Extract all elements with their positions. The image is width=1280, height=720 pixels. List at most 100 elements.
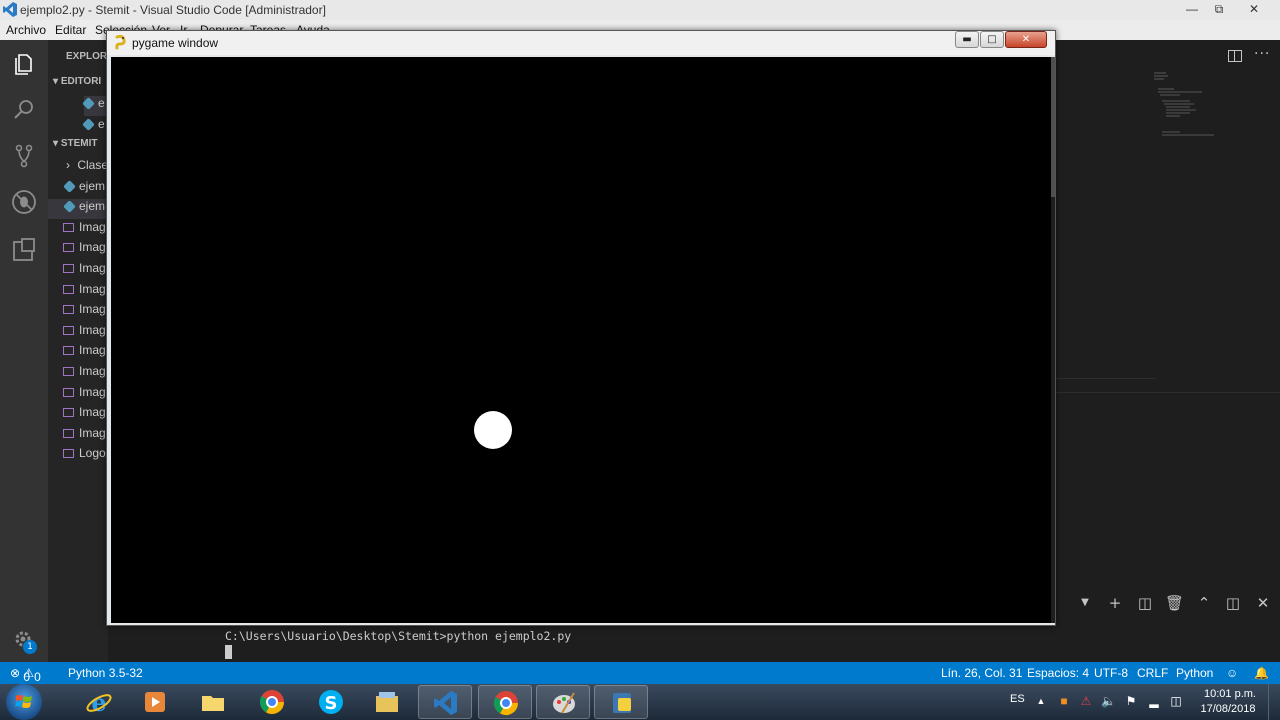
taskbar-python[interactable] [594, 685, 648, 719]
vscode-logo-icon [3, 2, 17, 17]
folder-icon [202, 696, 224, 711]
scrollbar-thumb[interactable] [1051, 57, 1055, 197]
image-file-icon [63, 222, 74, 232]
integrated-terminal[interactable]: C:\Users\Usuario\Desktop\Stemit>python e… [108, 625, 1280, 662]
maximize-button[interactable]: ⧉ [1207, 1, 1231, 17]
image-file-icon [63, 243, 74, 253]
file-tree-item[interactable]: Imag [48, 343, 108, 363]
debug-icon[interactable] [10, 188, 38, 216]
problems-indicator[interactable]: ⊗ 0 ⚠ 0 [10, 666, 41, 684]
file-tree-item[interactable]: ejem [48, 199, 108, 220]
file-tree-item[interactable]: Imag [48, 240, 108, 260]
python-icon [613, 693, 631, 713]
image-file-icon [63, 449, 74, 459]
svg-text:e: e [91, 688, 106, 716]
extensions-icon[interactable] [10, 236, 38, 264]
kill-terminal-icon[interactable]: 🗑 [1165, 594, 1184, 612]
file-tree-item[interactable]: Imag [48, 220, 108, 240]
language-mode[interactable]: Python [1176, 666, 1213, 680]
file-tree-item[interactable]: Imag [48, 364, 108, 384]
file-tree-item[interactable]: Logo [48, 446, 108, 466]
file-tree-item-label: Clase [77, 158, 108, 172]
taskbar-media-player[interactable] [128, 685, 182, 719]
taskbar-vscode[interactable] [418, 685, 472, 719]
close-button[interactable]: ✕ [1242, 1, 1266, 17]
editor-scrollbar [1051, 57, 1055, 623]
signal-icon[interactable]: ▂ [1147, 694, 1161, 708]
file-tree-item[interactable]: ejem [48, 179, 108, 199]
menu-archivo[interactable]: Archivo [6, 23, 46, 37]
image-file-icon [63, 346, 74, 356]
clock-date[interactable]: 17/08/2018 [1196, 703, 1260, 715]
image-file-icon [63, 387, 74, 397]
file-tree-item[interactable]: Imag [48, 323, 108, 343]
file-tree-item[interactable]: Imag [48, 405, 108, 425]
source-control-icon[interactable] [10, 142, 38, 170]
encoding-setting[interactable]: UTF-8 [1094, 666, 1128, 680]
file-tree-item[interactable]: Imag [48, 282, 108, 302]
explorer-icon[interactable] [10, 50, 38, 78]
split-editor-icon[interactable] [1228, 50, 1242, 62]
pygame-minimize-button[interactable]: ▬ [955, 31, 979, 48]
split-terminal-icon[interactable]: ◫ [1136, 594, 1154, 612]
network-warning-icon[interactable]: ⚠ [1079, 694, 1093, 708]
show-desktop-button[interactable] [1268, 684, 1280, 720]
pygame-maximize-button[interactable]: □ [980, 31, 1004, 48]
taskbar-notes[interactable] [186, 685, 240, 719]
terminal-dropdown-chevron-icon[interactable]: ▼ [1076, 594, 1094, 612]
indentation-setting[interactable]: Espacios: 4 [1027, 666, 1089, 680]
file-tree-item[interactable]: Imag [48, 385, 108, 405]
file-tree-item-label: Imag [79, 219, 106, 234]
cursor-position[interactable]: Lín. 26, Col. 31 [941, 666, 1022, 680]
toggle-panel-layout-icon[interactable]: ◫ [1224, 594, 1242, 612]
taskbar-skype[interactable]: S [304, 685, 358, 719]
editor-divider [1056, 378, 1156, 379]
svg-text:S: S [325, 693, 338, 714]
file-tree-item[interactable]: Imag [48, 261, 108, 281]
language-indicator[interactable]: ES [1010, 693, 1025, 705]
clock-time[interactable]: 10:01 p.m. [1200, 688, 1260, 700]
folder-header[interactable]: ▾ STEMIT [53, 138, 108, 158]
show-hidden-icons-icon[interactable]: ▲ [1034, 694, 1048, 708]
notifications-bell-icon[interactable]: 🔔 [1254, 666, 1269, 680]
flag-icon[interactable]: ⚑ [1124, 694, 1138, 708]
image-file-icon [63, 305, 74, 315]
python-interpreter[interactable]: Python 3.5-32 [68, 666, 143, 680]
close-panel-icon[interactable]: ✕ [1254, 594, 1272, 612]
taskbar-file-explorer[interactable] [360, 685, 414, 719]
taskbar-chrome-window[interactable] [478, 685, 532, 719]
window-title: ejemplo2.py - Stemit - Visual Studio Cod… [20, 3, 326, 17]
maximize-panel-icon[interactable]: ⌃ [1195, 594, 1213, 612]
power-icon[interactable]: ◫ [1169, 694, 1183, 708]
eol-setting[interactable]: CRLF [1137, 666, 1168, 680]
open-editor-item[interactable]: e [82, 96, 108, 116]
pygame-close-button[interactable]: ✕ [1005, 31, 1047, 48]
explorer-header: EXPLORA [66, 51, 108, 62]
skype-icon: S [319, 690, 343, 714]
pygame-window: pygame window ▬ □ ✕ [106, 30, 1056, 626]
pygame-title-bar[interactable]: pygame window ▬ □ ✕ [107, 31, 1055, 55]
taskbar-chrome[interactable] [245, 685, 299, 719]
pygame-canvas[interactable] [111, 57, 1051, 623]
open-editor-item[interactable]: e [82, 117, 108, 137]
taskbar-paint[interactable] [536, 685, 590, 719]
minimize-button[interactable]: — [1180, 1, 1204, 17]
menu-editar[interactable]: Editar [55, 23, 86, 37]
app-tray-icon[interactable]: ■ [1057, 694, 1071, 708]
file-tree-item-label: Imag [79, 302, 106, 317]
file-tree-item[interactable]: Imag [48, 302, 108, 322]
search-icon[interactable] [10, 96, 38, 124]
pygame-snake-icon [115, 35, 126, 50]
chrome-icon [259, 690, 284, 715]
new-terminal-icon[interactable]: + [1106, 594, 1124, 612]
feedback-smiley-icon[interactable]: ☺ [1226, 666, 1238, 680]
more-actions-icon[interactable]: ··· [1254, 46, 1270, 62]
taskbar-internet-explorer[interactable]: e [72, 685, 126, 719]
volume-icon[interactable]: 🔈 [1101, 694, 1116, 708]
file-tree-item[interactable]: Imag [48, 426, 108, 446]
file-tree-item[interactable]: › Clase [48, 158, 108, 178]
internet-explorer-icon: e [86, 688, 112, 716]
start-button[interactable] [6, 684, 42, 720]
pygame-window-title: pygame window [132, 36, 219, 50]
open-editors-header[interactable]: ▾ EDITORI [53, 76, 108, 96]
